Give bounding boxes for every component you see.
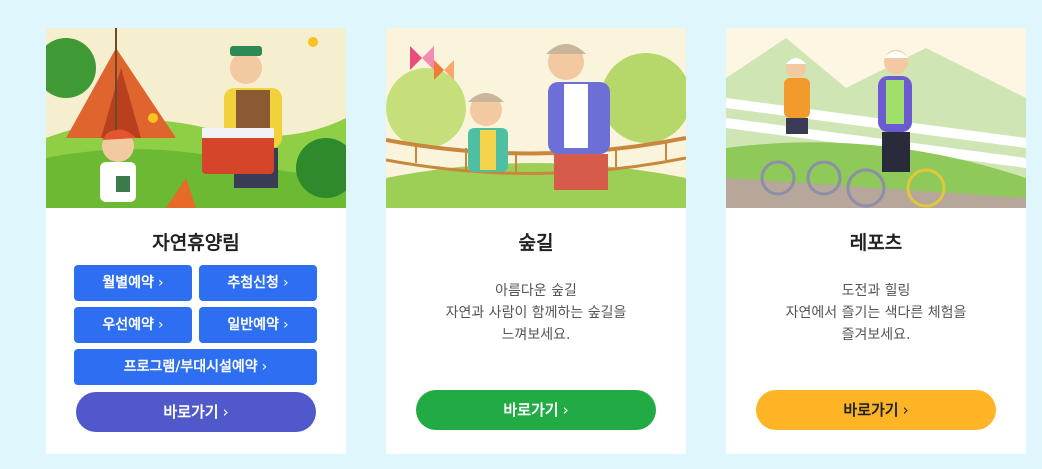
card-title: 자연휴양림 [152, 232, 240, 254]
button-label: 추첨신청 [227, 275, 279, 291]
description-line: 즐겨보세요. [841, 327, 911, 343]
chevron-right-icon: › [157, 275, 164, 291]
go-button[interactable]: 바로가기 › [756, 390, 996, 430]
button-label: 우선예약 [102, 317, 154, 333]
description-line: 도전과 힐링 [841, 283, 911, 299]
card-title: 숲길 [518, 232, 554, 254]
cycling-illustration [726, 28, 1026, 208]
chevron-right-icon: › [261, 359, 268, 375]
description-line: 자연과 사람이 함께하는 숲길을 [445, 305, 627, 321]
description-line: 자연에서 즐기는 색다른 체험을 [785, 305, 967, 321]
go-button-label: 바로가기 [163, 403, 219, 421]
forest-bridge-illustration [386, 28, 686, 208]
chevron-right-icon: › [902, 401, 909, 419]
card-leisure-sports: 레포츠 도전과 힐링 자연에서 즐기는 색다른 체험을 즐겨보세요. 바로가기 › [726, 28, 1026, 454]
go-button[interactable]: 바로가기 › [76, 392, 316, 432]
go-button-label: 바로가기 [503, 401, 559, 419]
card-description: 도전과 힐링 자연에서 즐기는 색다른 체험을 즐겨보세요. [726, 280, 1026, 346]
priority-reservation-button[interactable]: 우선예약 › [74, 307, 192, 343]
chevron-right-icon: › [222, 403, 229, 421]
monthly-reservation-button[interactable]: 월별예약 › [74, 265, 192, 301]
description-line: 느껴보세요. [501, 327, 571, 343]
card-forest-trail: 숲길 아름다운 숲길 자연과 사람이 함께하는 숲길을 느껴보세요. 바로가기 › [386, 28, 686, 454]
chevron-right-icon: › [282, 317, 289, 333]
camping-family-illustration [46, 28, 346, 208]
button-label: 월별예약 [102, 275, 154, 291]
general-reservation-button[interactable]: 일반예약 › [199, 307, 317, 343]
program-facility-reservation-button[interactable]: 프로그램/부대시설예약 › [74, 349, 317, 385]
card-recreation-forest: 자연휴양림 월별예약 › 추첨신청 › 우선예약 › 일반예약 › 프로그램/부대시설예… [46, 28, 346, 454]
card-description: 아름다운 숲길 자연과 사람이 함께하는 숲길을 느껴보세요. [386, 280, 686, 346]
description-line: 아름다운 숲길 [495, 283, 577, 299]
button-label: 프로그램/부대시설예약 [123, 359, 258, 375]
go-button[interactable]: 바로가기 › [416, 390, 656, 430]
chevron-right-icon: › [282, 275, 289, 291]
go-button-label: 바로가기 [843, 401, 899, 419]
card-title: 레포츠 [849, 232, 903, 254]
lottery-application-button[interactable]: 추첨신청 › [199, 265, 317, 301]
chevron-right-icon: › [157, 317, 164, 333]
chevron-right-icon: › [562, 401, 569, 419]
button-label: 일반예약 [227, 317, 279, 333]
